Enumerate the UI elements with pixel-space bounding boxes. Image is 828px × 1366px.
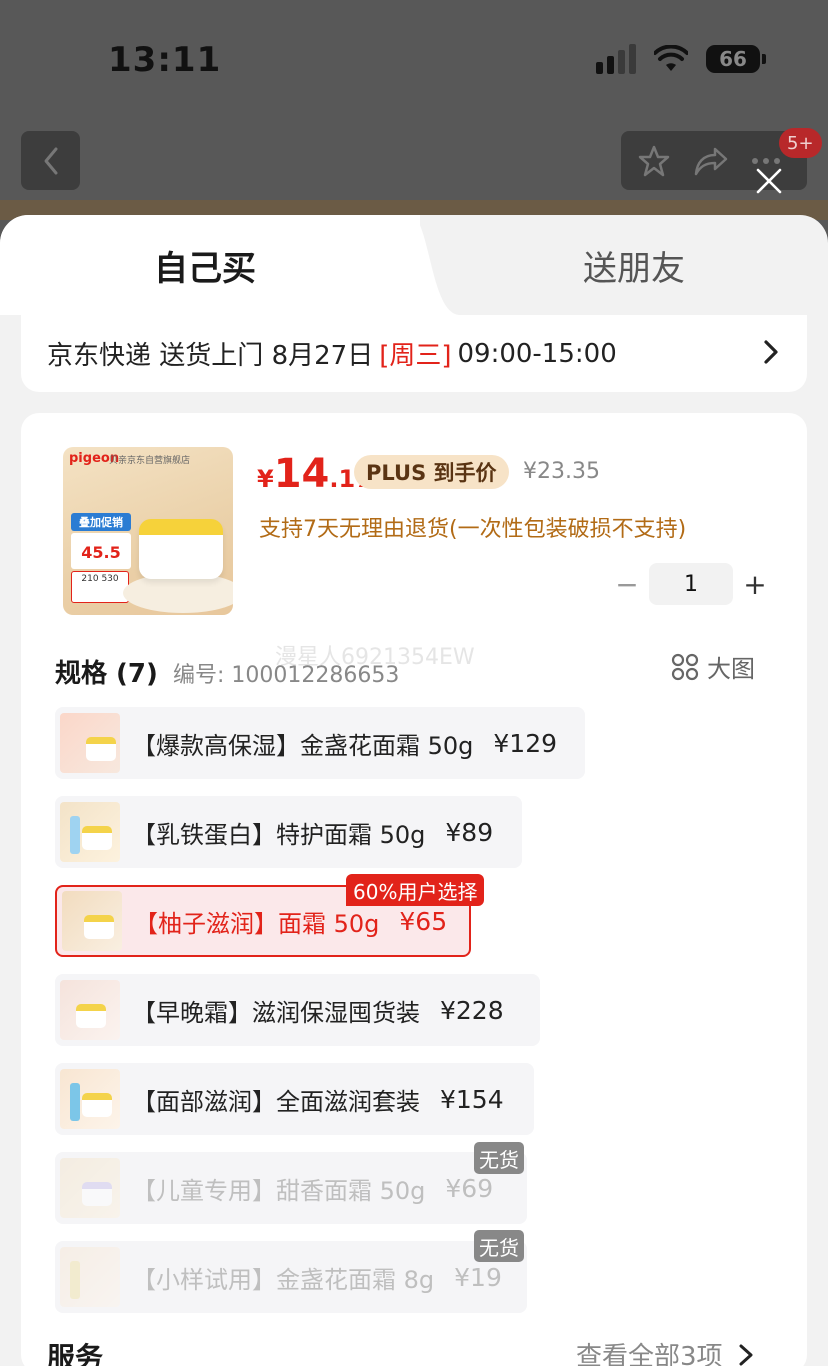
sold-out-badge: 无货	[474, 1230, 524, 1262]
big-picture-toggle[interactable]: 大图	[671, 649, 755, 684]
delivery-time-slot: 09:00-15:00	[457, 338, 617, 369]
product-card: pigeon 贝亲京东自营旗舰店 叠加促销 45.5 210 530 ¥ 14 …	[21, 413, 807, 1366]
spec-option[interactable]: 【乳铁蛋白】特护面霜 50g ¥89	[55, 796, 522, 868]
spec-thumbnail	[60, 713, 120, 773]
spec-option-sold-out[interactable]: 【小样试用】金盏花面霜 8g ¥19	[55, 1241, 527, 1313]
spec-option[interactable]: 【面部滋润】全面滋润套装 ¥154	[55, 1063, 534, 1135]
spec-label: 【小样试用】金盏花面霜 8g	[132, 1265, 435, 1294]
battery-icon: 66	[706, 45, 766, 73]
promo-label: 叠加促销	[71, 513, 131, 531]
price-symbol: ¥	[257, 465, 274, 493]
more-icon[interactable]	[751, 156, 781, 166]
purchase-sheet: 自己买 送朋友 京东快递 送货上门 8月27日 [周三] 09:00-15:00 p…	[0, 215, 828, 1366]
tab-label: 自己买	[154, 248, 256, 289]
delivery-method: 送货上门	[159, 341, 264, 371]
view-all-label: 查看全部3项	[576, 1342, 723, 1366]
quantity-stepper: − 1 +	[607, 563, 775, 605]
spec-label: 【面部滋润】全面滋润套装	[132, 1087, 420, 1116]
quantity-value[interactable]: 1	[649, 563, 733, 605]
share-icon[interactable]	[693, 145, 729, 177]
chevron-left-icon	[44, 147, 57, 174]
spec-label: 【乳铁蛋白】特护面霜 50g	[132, 820, 426, 849]
close-icon[interactable]	[754, 166, 784, 196]
delivery-carrier: 京东快递	[47, 341, 152, 371]
plus-price-badge: PLUS 到手价	[354, 455, 509, 489]
spec-option[interactable]: 【早晚霜】滋润保湿囤货装 ¥228	[55, 974, 540, 1046]
watermark: 漫星人6921354EW	[275, 645, 475, 670]
spec-price: ¥129	[493, 728, 558, 758]
cream-jar-image	[139, 519, 223, 579]
original-price: ¥23.35	[523, 459, 600, 484]
spec-thumbnail	[60, 980, 120, 1040]
service-section-title: 服务	[47, 1341, 104, 1366]
grid-icon	[671, 653, 699, 680]
spec-price: ¥65	[399, 906, 448, 936]
status-bar: 13:11 66	[0, 0, 828, 120]
chevron-right-icon	[739, 1344, 753, 1365]
decrease-button[interactable]: −	[607, 564, 647, 604]
increase-button[interactable]: +	[735, 564, 775, 604]
clock: 13:11	[108, 40, 222, 80]
spec-thumbnail	[62, 891, 122, 951]
big-picture-label: 大图	[707, 655, 755, 683]
spec-thumbnail	[60, 1158, 120, 1218]
cellular-signal-icon	[596, 44, 636, 74]
popular-choice-badge: 60%用户选择	[346, 874, 485, 906]
wifi-icon	[654, 45, 688, 71]
product-thumbnail[interactable]: pigeon 贝亲京东自营旗舰店 叠加促销 45.5 210 530	[63, 447, 233, 615]
view-all-services-link[interactable]: 查看全部3项	[576, 1336, 755, 1366]
spec-label: 【爆款高保湿】金盏花面霜 50g	[132, 731, 474, 760]
spec-price: ¥69	[445, 1173, 494, 1203]
back-button[interactable]	[21, 131, 80, 190]
tab-gift-to-friend[interactable]: 送朋友	[440, 215, 828, 315]
spec-title: 规格 (7)	[55, 659, 158, 689]
spec-thumbnail	[60, 1069, 120, 1129]
chevron-right-icon	[764, 340, 778, 364]
spec-thumbnail	[60, 802, 120, 862]
price-integer: 14	[273, 451, 330, 497]
cart-badge: 5+	[779, 128, 822, 158]
spec-thumbnail	[60, 1247, 120, 1307]
spec-label: 【早晚霜】滋润保湿囤货装	[132, 998, 420, 1027]
delivery-date: 8月27日	[271, 341, 374, 371]
spec-option[interactable]: 【爆款高保湿】金盏花面霜 50g ¥129	[55, 707, 585, 779]
delivery-info-row[interactable]: 京东快递 送货上门 8月27日 [周三] 09:00-15:00	[21, 315, 807, 392]
spec-option-sold-out[interactable]: 【儿童专用】甜香面霜 50g ¥69	[55, 1152, 527, 1224]
promo-price: 45.5	[71, 533, 131, 569]
spec-label: 【儿童专用】甜香面霜 50g	[132, 1176, 426, 1205]
delivery-weekday: [周三]	[379, 341, 452, 371]
star-icon[interactable]	[637, 144, 671, 178]
tab-buy-for-self[interactable]: 自己买	[0, 215, 420, 315]
return-policy: 支持7天无理由退货(一次性包装破损不支持)	[259, 517, 687, 542]
spec-label: 【柚子滋润】面霜 50g	[134, 909, 380, 938]
status-icons: 66	[596, 44, 766, 74]
store-name: 贝亲京东自营旗舰店	[109, 456, 191, 466]
coupon-info: 210 530	[71, 571, 129, 603]
spec-price: ¥19	[454, 1262, 502, 1292]
spec-price: ¥228	[440, 995, 504, 1025]
tab-label: 送朋友	[583, 248, 685, 289]
spec-price: ¥89	[445, 817, 494, 847]
spec-price: ¥154	[440, 1084, 504, 1114]
sold-out-badge: 无货	[474, 1142, 524, 1174]
product-rug-decor	[123, 573, 233, 613]
